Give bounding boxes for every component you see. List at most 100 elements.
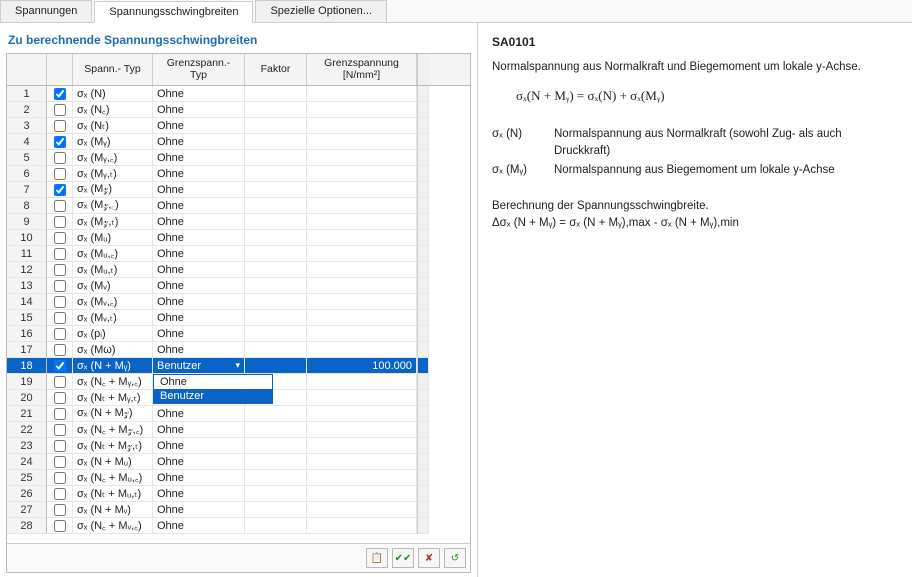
row-faktor[interactable] <box>245 326 307 342</box>
row-grenztyp[interactable]: Ohne <box>153 470 245 486</box>
row-faktor[interactable] <box>245 230 307 246</box>
tab-schwingbreiten[interactable]: Spannungsschwingbreiten <box>94 1 253 23</box>
row-faktor[interactable] <box>245 246 307 262</box>
dropdown-option[interactable]: Benutzer <box>154 389 272 403</box>
scrollbar-cell[interactable] <box>417 102 429 118</box>
row-grenztyp[interactable]: Ohne <box>153 422 245 438</box>
row-grenztyp[interactable]: Ohne <box>153 262 245 278</box>
row-grenzspannung[interactable] <box>307 150 417 166</box>
row-grenztyp[interactable]: Ohne <box>153 406 245 422</box>
row-faktor[interactable] <box>245 486 307 502</box>
scrollbar-cell[interactable] <box>417 470 429 486</box>
row-checkbox[interactable] <box>54 136 66 148</box>
scrollbar-cell[interactable] <box>417 246 429 262</box>
row-grenzspannung[interactable] <box>307 262 417 278</box>
scrollbar-cell[interactable] <box>417 294 429 310</box>
row-checkbox[interactable] <box>54 520 66 532</box>
row-grenzspannung[interactable] <box>307 214 417 230</box>
scrollbar-cell[interactable] <box>417 166 429 182</box>
row-grenzspannung[interactable] <box>307 246 417 262</box>
row-faktor[interactable] <box>245 118 307 134</box>
row-checkbox[interactable] <box>54 104 66 116</box>
row-grenztyp[interactable]: Ohne <box>153 182 245 198</box>
scrollbar-cell[interactable] <box>417 118 429 134</box>
table-row[interactable]: 13σₓ (Mᵥ)Ohne <box>7 278 470 294</box>
row-faktor[interactable] <box>245 358 307 374</box>
row-faktor[interactable] <box>245 406 307 422</box>
scrollbar-cell[interactable] <box>417 182 429 198</box>
grenztyp-dropdown[interactable]: OhneBenutzer <box>153 374 273 404</box>
row-checkbox[interactable] <box>54 88 66 100</box>
row-grenztyp[interactable]: Ohne <box>153 438 245 454</box>
scrollbar-cell[interactable] <box>417 198 429 214</box>
scrollbar-cell[interactable] <box>417 454 429 470</box>
row-checkbox[interactable] <box>54 472 66 484</box>
row-checkbox[interactable] <box>54 232 66 244</box>
scrollbar-cell[interactable] <box>417 390 429 406</box>
table-row[interactable]: 26σₓ (Nₜ + Mᵤ,ₜ)Ohne <box>7 486 470 502</box>
row-checkbox[interactable] <box>54 488 66 500</box>
row-grenztyp[interactable]: Ohne <box>153 502 245 518</box>
row-faktor[interactable] <box>245 310 307 326</box>
scrollbar-cell[interactable] <box>417 438 429 454</box>
scrollbar-cell[interactable] <box>417 150 429 166</box>
row-grenzspannung[interactable] <box>307 310 417 326</box>
row-faktor[interactable] <box>245 438 307 454</box>
scrollbar-cell[interactable] <box>417 358 429 374</box>
row-grenzspannung[interactable] <box>307 422 417 438</box>
row-checkbox[interactable] <box>54 360 66 372</box>
reset-button[interactable]: ↺ <box>444 548 466 568</box>
table-row[interactable]: 17σₓ (Mω)Ohne <box>7 342 470 358</box>
row-checkbox[interactable] <box>54 440 66 452</box>
row-checkbox[interactable] <box>54 344 66 356</box>
table-row[interactable]: 12σₓ (Mᵤ,ₜ)Ohne <box>7 262 470 278</box>
table-row[interactable]: 18σₓ (N + Mᵧ)Benutzer▾100.000 <box>7 358 470 374</box>
row-checkbox[interactable] <box>54 408 66 420</box>
row-grenzspannung[interactable] <box>307 502 417 518</box>
scrollbar-cell[interactable] <box>417 86 429 102</box>
row-grenztyp[interactable]: Ohne <box>153 278 245 294</box>
row-grenzspannung[interactable] <box>307 518 417 534</box>
row-grenztyp[interactable]: Ohne <box>153 486 245 502</box>
table-row[interactable]: 14σₓ (Mᵥ,꜀)Ohne <box>7 294 470 310</box>
scrollbar-cell[interactable] <box>417 262 429 278</box>
row-grenztyp[interactable]: Ohne <box>153 294 245 310</box>
row-faktor[interactable] <box>245 182 307 198</box>
table-row[interactable]: 23σₓ (Nₜ + M𝓏,ₜ)Ohne <box>7 438 470 454</box>
scrollbar-cell[interactable] <box>417 374 429 390</box>
table-row[interactable]: 1σₓ (N)Ohne <box>7 86 470 102</box>
row-faktor[interactable] <box>245 102 307 118</box>
row-grenzspannung[interactable] <box>307 166 417 182</box>
row-grenztyp[interactable]: Ohne <box>153 198 245 214</box>
row-faktor[interactable] <box>245 502 307 518</box>
row-grenzspannung[interactable] <box>307 454 417 470</box>
table-row[interactable]: 6σₓ (Mᵧ,ₜ)Ohne <box>7 166 470 182</box>
tab-spezielle[interactable]: Spezielle Optionen... <box>255 0 387 22</box>
row-faktor[interactable] <box>245 262 307 278</box>
row-faktor[interactable] <box>245 454 307 470</box>
row-grenzspannung[interactable] <box>307 390 417 406</box>
row-grenzspannung[interactable]: 100.000 <box>307 358 417 374</box>
row-checkbox[interactable] <box>54 328 66 340</box>
table-row[interactable]: 15σₓ (Mᵥ,ₜ)Ohne <box>7 310 470 326</box>
table-row[interactable]: 7σₓ (M𝓏)Ohne <box>7 182 470 198</box>
row-grenztyp[interactable]: Ohne <box>153 134 245 150</box>
row-grenztyp[interactable]: Ohne <box>153 166 245 182</box>
table-row[interactable]: 16σₓ (pᵢ)Ohne <box>7 326 470 342</box>
row-grenztyp[interactable]: Ohne <box>153 310 245 326</box>
table-row[interactable]: 4σₓ (Mᵧ)Ohne <box>7 134 470 150</box>
table-row[interactable]: 27σₓ (N + Mᵥ)Ohne <box>7 502 470 518</box>
scrollbar-cell[interactable] <box>417 326 429 342</box>
scrollbar-cell[interactable] <box>417 486 429 502</box>
scrollbar-cell[interactable] <box>417 502 429 518</box>
row-grenzspannung[interactable] <box>307 342 417 358</box>
row-faktor[interactable] <box>245 150 307 166</box>
row-grenzspannung[interactable] <box>307 406 417 422</box>
check-all-button[interactable]: ✔✔ <box>392 548 414 568</box>
row-faktor[interactable] <box>245 166 307 182</box>
table-row[interactable]: 25σₓ (N꜀ + Mᵤ,꜀)Ohne <box>7 470 470 486</box>
row-grenztyp[interactable]: Ohne <box>153 86 245 102</box>
row-checkbox[interactable] <box>54 120 66 132</box>
table-row[interactable]: 10σₓ (Mᵤ)Ohne <box>7 230 470 246</box>
uncheck-all-button[interactable]: ✘ <box>418 548 440 568</box>
